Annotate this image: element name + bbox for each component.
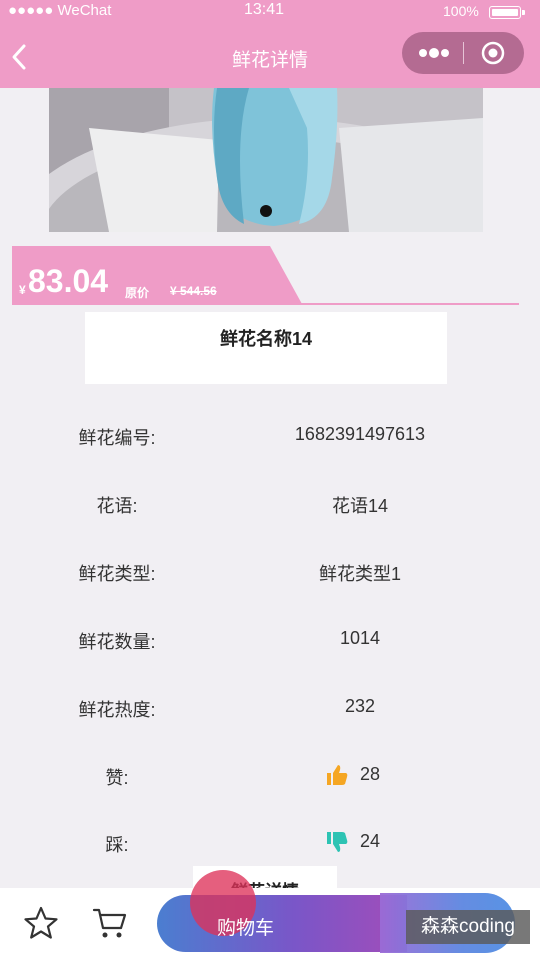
mini-program-capsule (402, 32, 524, 74)
thumbs-down-icon[interactable] (325, 830, 349, 854)
detail-label-language: 花语: (96, 496, 138, 516)
battery-percent: 100% (443, 3, 479, 19)
detail-value-heat: 232 (344, 696, 376, 716)
original-price: ¥ 544.56 (170, 284, 217, 298)
thumbs-up-icon[interactable] (325, 763, 349, 787)
carrier-label: ●●●●● WeChat (8, 2, 112, 19)
status-bar: ●●●●● WeChat 13:41 100% (0, 0, 540, 24)
detail-label-heat: 鲜花热度: (78, 700, 156, 720)
watermark: 森森coding (406, 910, 530, 944)
add-to-cart-label: 购物车 (217, 918, 275, 939)
target-circle-icon[interactable] (481, 41, 505, 65)
star-icon[interactable] (24, 906, 58, 940)
battery-icon (489, 6, 525, 19)
detail-value-id: 1682391497613 (294, 424, 426, 444)
original-price-label: 原价 (125, 286, 150, 300)
dislike-label: 踩: (105, 835, 129, 855)
capsule-divider (463, 42, 464, 64)
detail-value-type: 鲜花类型1 (318, 564, 401, 584)
like-label: 赞: (105, 768, 129, 788)
detail-label-quantity: 鲜花数量: (78, 632, 156, 652)
status-time: 13:41 (244, 1, 285, 18)
flower-name: 鲜花名称14 (219, 329, 313, 349)
price-currency: ¥ (19, 283, 26, 297)
cart-icon[interactable] (92, 906, 128, 940)
detail-value-quantity: 1014 (339, 628, 381, 648)
flower-name-card: 鲜花名称14 (85, 312, 447, 384)
detail-label-type: 鲜花类型: (78, 564, 156, 584)
detail-label-id: 鲜花编号: (78, 428, 156, 448)
navigation-bar: ●●●●● WeChat 13:41 100% 鲜花详情 (0, 0, 540, 88)
dislike-count: 24 (360, 831, 381, 851)
current-price: 83.04 (28, 263, 109, 299)
more-dots-icon[interactable] (418, 46, 450, 60)
product-image (49, 88, 483, 232)
detail-value-language: 花语14 (331, 496, 389, 516)
like-count: 28 (360, 764, 381, 784)
